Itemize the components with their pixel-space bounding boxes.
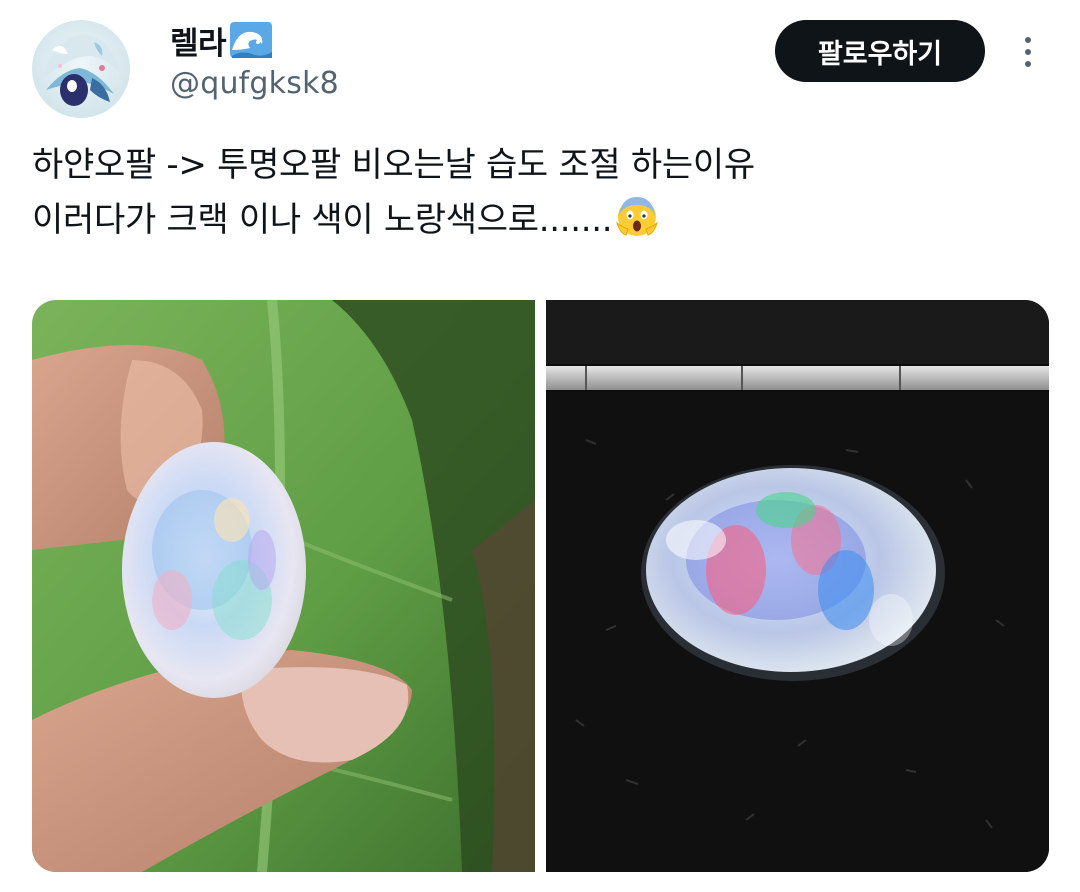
tweet-text-line-content: 이러다가 크랙 이나 색이 노랑색으로....... xyxy=(32,200,613,240)
media-grid xyxy=(32,300,1049,872)
tweet-text-line-2: 이러다가 크랙 이나 색이 노랑색으로....... xyxy=(32,193,1042,248)
more-vertical-icon xyxy=(1025,37,1031,43)
tweet-text-line: 하얀오팔 -> 투명오팔 비오는날 습도 조절 하는이유 xyxy=(32,145,755,185)
avatar[interactable] xyxy=(32,20,130,118)
photo-transparent-opal[interactable] xyxy=(546,300,1049,872)
water-wave-icon xyxy=(228,20,274,60)
more-vertical-icon-dot xyxy=(1025,49,1031,55)
more-vertical-icon-dot xyxy=(1025,61,1031,67)
anime-avatar-icon xyxy=(32,20,130,118)
display-name[interactable]: 렐라 xyxy=(170,18,227,63)
tweet-text: 하얀오팔 -> 투명오팔 비오는날 습도 조절 하는이유 이러다가 크랙 이나 … xyxy=(32,138,1042,248)
photo-white-opal[interactable] xyxy=(32,300,535,872)
more-options-button[interactable] xyxy=(1010,30,1046,74)
face-screaming-in-fear-icon xyxy=(614,193,660,239)
user-handle[interactable]: @qufgksk8 xyxy=(170,66,339,101)
follow-button[interactable]: 팔로우하기 xyxy=(775,20,985,82)
